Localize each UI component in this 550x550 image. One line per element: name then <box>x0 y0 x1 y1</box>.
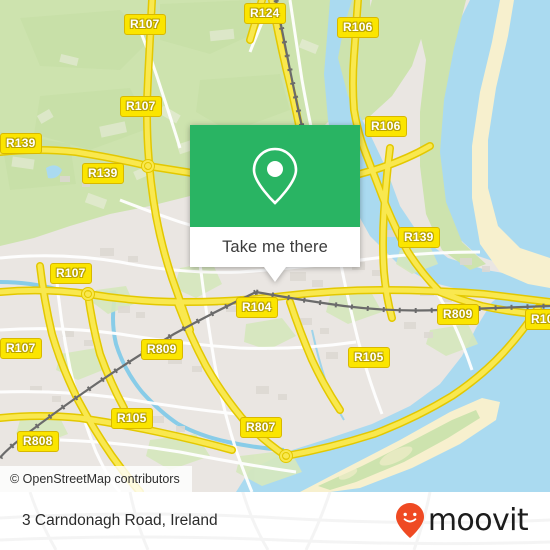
road-shield-r105-15: R105 <box>111 408 153 429</box>
footer-bar: 3 Carndonagh Road, Ireland moovit <box>0 492 550 550</box>
road-shield-r107-12: R107 <box>0 338 42 359</box>
location-popup[interactable]: Take me there <box>190 125 360 282</box>
map-attribution: © OpenStreetMap contributors <box>0 466 192 492</box>
popup-tail <box>264 267 286 282</box>
road-shield-r107-0: R107 <box>124 14 166 35</box>
attribution-text: © OpenStreetMap contributors <box>10 472 180 486</box>
road-shield-r139-7: R139 <box>398 227 440 248</box>
road-shield-r106-4: R106 <box>365 116 407 137</box>
popup-pin-panel <box>190 125 360 227</box>
road-shield-r139-5: R139 <box>0 133 42 154</box>
road-shield-r106-2: R106 <box>337 17 379 38</box>
popup-action-bar[interactable]: Take me there <box>190 227 360 282</box>
road-shield-r107-8: R107 <box>50 263 92 284</box>
moovit-wordmark: moovit <box>427 503 529 538</box>
moovit-brand: moovit <box>395 502 529 540</box>
address-label: 3 Carndonagh Road, Ireland <box>22 512 218 529</box>
road-shield-r104-9: R104 <box>236 297 278 318</box>
road-shield-r809-10: R809 <box>437 304 479 325</box>
map-pin-icon <box>252 147 298 205</box>
moovit-smiley-pin-icon <box>395 503 424 538</box>
road-shield-r807-16: R807 <box>240 417 282 438</box>
road-shield-r105-11: R105 <box>525 309 550 330</box>
take-me-there-label: Take me there <box>222 237 328 256</box>
road-shield-r105-14: R105 <box>348 347 390 368</box>
road-shield-r139-6: R139 <box>82 163 124 184</box>
road-shield-r107-3: R107 <box>120 96 162 117</box>
road-shield-r808-17: R808 <box>17 431 59 452</box>
app-screen: R107 R124 R106 R107 R106 R139 R139 R139 R107 R104… <box>0 0 550 550</box>
road-shield-r124-1: R124 <box>244 3 286 24</box>
road-shield-r809-13: R809 <box>141 339 183 360</box>
